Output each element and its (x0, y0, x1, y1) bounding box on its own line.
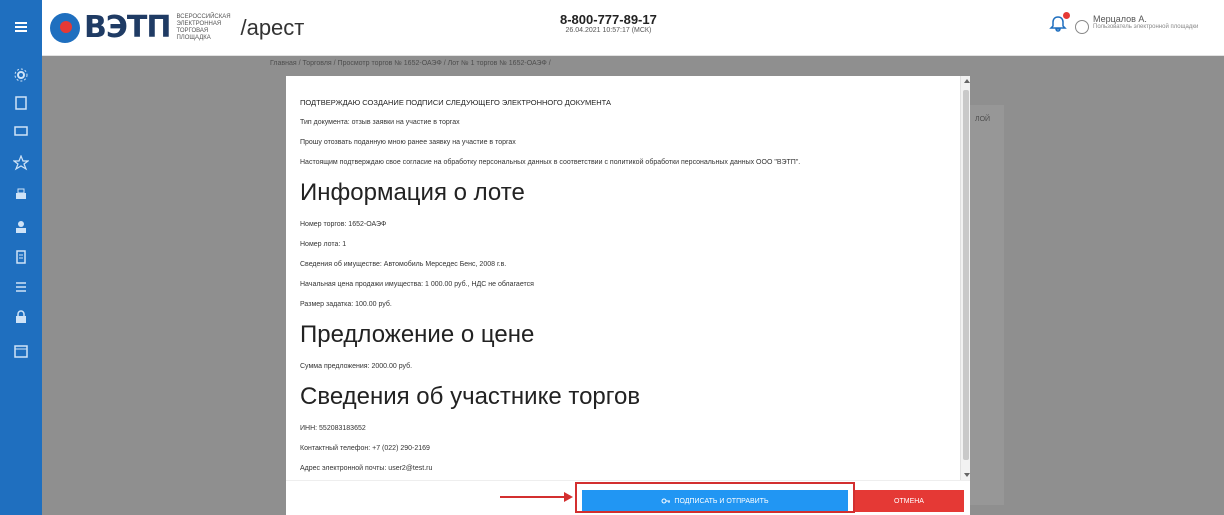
consent-text: Настоящим подтверждаю свое согласие на о… (300, 159, 801, 166)
report-icon[interactable] (10, 246, 32, 268)
logo[interactable]: ВЭТП ВСЕРОССИЙСКАЯ ЭЛЕКТРОННАЯ ТОРГОВАЯ … (50, 10, 304, 45)
header-phone: 8-800-777-89-17 26.04.2021 10:57:17 (МСК… (560, 12, 657, 34)
withdraw-request: Прошу отозвать поданную мною ранее заявк… (300, 139, 516, 146)
lock-icon[interactable] (10, 306, 32, 328)
user-icon[interactable] (10, 216, 32, 238)
confirm-title: ПОДТВЕРЖДАЮ СОЗДАНИЕ ПОДПИСИ СЛЕДУЮЩЕГО … (300, 98, 611, 107)
user-name: Мерцалов А. (1093, 14, 1147, 24)
phone-number: 8-800-777-89-17 (560, 12, 657, 27)
annotation-arrow-head (564, 492, 573, 502)
offer-sum: Сумма предложения: 2000.00 руб. (300, 363, 413, 370)
avatar (1075, 20, 1089, 34)
deposit-amount: Размер задатка: 100.00 руб. (300, 301, 392, 308)
auction-number: Номер торгов: 1652-ОАЭФ (300, 221, 387, 228)
sidebar (0, 0, 42, 515)
settings-icon[interactable] (10, 64, 32, 86)
logo-mark-icon (50, 12, 80, 43)
participant-inn: ИНН: 552083183652 (300, 425, 366, 432)
scroll-down-icon[interactable] (964, 473, 970, 477)
logo-sub-line: ЭЛЕКТРОННАЯ (176, 20, 222, 27)
notifications-bell-icon[interactable] (1048, 12, 1070, 34)
cancel-button-label: ОТМЕНА (894, 497, 924, 505)
dialog-content[interactable]: ПОДТВЕРЖДАЮ СОЗДАНИЕ ПОДПИСИ СЛЕДУЮЩЕГО … (286, 76, 960, 480)
participant-heading: Сведения об участнике торгов (300, 383, 641, 410)
cancel-button[interactable]: ОТМЕНА (854, 490, 964, 512)
property-info: Сведения об имуществе: Автомобиль Мерсед… (300, 261, 507, 268)
price-offer-heading: Предложение о цене (300, 321, 535, 348)
email-address: Адрес электронной почты: user2@test.ru (300, 465, 433, 472)
annotation-highlight (575, 482, 855, 513)
user-role: Пользователь электронной площадки (1093, 24, 1199, 30)
app-path: /арест (240, 14, 305, 40)
notification-badge (1063, 12, 1070, 19)
top-bar: ВЭТП ВСЕРОССИЙСКАЯ ЭЛЕКТРОННАЯ ТОРГОВАЯ … (0, 0, 1224, 56)
list-icon[interactable] (10, 276, 32, 298)
card-icon[interactable] (10, 120, 32, 142)
logo-subtitle: ВСЕРОССИЙСКАЯ ЭЛЕКТРОННАЯ ТОРГОВАЯ ПЛОЩА… (176, 14, 236, 42)
calendar-icon[interactable] (10, 340, 32, 362)
annotation-arrow (500, 496, 566, 498)
signature-dialog: ПОДТВЕРЖДАЮ СОЗДАНИЕ ПОДПИСИ СЛЕДУЮЩЕГО … (286, 76, 970, 515)
menu-icon[interactable] (10, 16, 32, 38)
logo-sub-line: ВСЕРОССИЙСКАЯ (176, 13, 231, 20)
lot-number: Номер лота: 1 (300, 241, 347, 248)
server-datetime: 26.04.2021 10:57:17 (МСК) (565, 27, 652, 34)
document-icon[interactable] (10, 92, 32, 114)
start-price: Начальная цена продажи имущества: 1 000.… (300, 281, 534, 288)
contact-phone: Контактный телефон: +7 (022) 290-2169 (300, 445, 430, 452)
dialog-scrollbar[interactable] (960, 76, 970, 480)
scroll-thumb[interactable] (963, 90, 969, 460)
star-icon[interactable] (10, 152, 32, 174)
logo-text: ВЭТП (84, 10, 171, 45)
lot-info-heading: Информация о лоте (300, 179, 525, 206)
user-menu[interactable]: Мерцалов А. Пользователь электронной пло… (1075, 14, 1198, 34)
logo-sub-line: ТОРГОВАЯ ПЛОЩАДКА (176, 27, 211, 41)
printer-icon[interactable] (10, 184, 32, 206)
doc-type: Тип документа: отзыв заявки на участие в… (300, 119, 460, 126)
scroll-up-icon[interactable] (964, 79, 970, 83)
